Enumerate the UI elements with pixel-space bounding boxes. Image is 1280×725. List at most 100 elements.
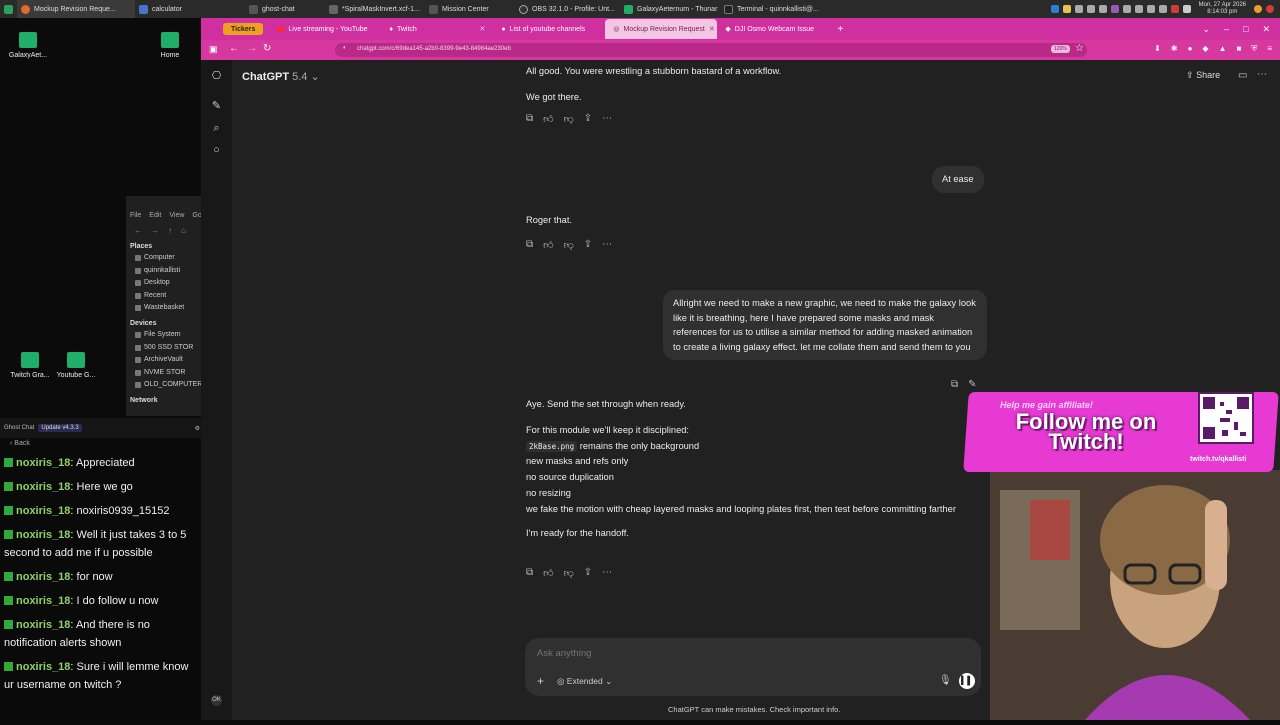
close-icon[interactable]: ✕ bbox=[1262, 24, 1270, 35]
menu-edit[interactable]: Edit bbox=[149, 212, 161, 219]
chevron-down-icon[interactable]: ⌄ bbox=[1202, 24, 1210, 35]
more-options-icon[interactable]: ⋯ bbox=[602, 567, 612, 579]
menu-view[interactable]: View bbox=[169, 212, 184, 219]
more-options-icon[interactable]: ⋯ bbox=[602, 239, 612, 251]
thumbs-up-icon[interactable]: 👍︎ bbox=[543, 113, 553, 125]
tray-icon[interactable] bbox=[1122, 5, 1131, 13]
forward-icon[interactable]: → bbox=[151, 226, 159, 235]
up-icon[interactable]: ↑ bbox=[168, 226, 172, 235]
reload-icon[interactable]: ↻ bbox=[263, 43, 271, 54]
tray-icon[interactable] bbox=[1050, 5, 1059, 13]
back-icon[interactable]: ← bbox=[134, 226, 142, 235]
tray-icon[interactable] bbox=[1158, 5, 1167, 13]
tray-icon[interactable] bbox=[1062, 5, 1071, 13]
place-item[interactable]: Computer bbox=[126, 252, 202, 265]
thumbs-down-icon[interactable]: 👎︎ bbox=[564, 239, 574, 251]
copy-icon[interactable]: ⧉ bbox=[526, 113, 533, 125]
place-item[interactable]: Desktop bbox=[126, 277, 202, 290]
update-icon[interactable] bbox=[1254, 5, 1262, 13]
share-button[interactable]: ⇪ Share bbox=[1186, 70, 1220, 81]
desktop-icon-galaxy[interactable]: GalaxyAet... bbox=[0, 32, 56, 59]
home-icon[interactable]: ⌂ bbox=[181, 226, 186, 235]
copy-icon[interactable]: ⧉ bbox=[526, 239, 533, 251]
address-bar[interactable]: ◐ chatgpt.com/c/69dea145-a2b0-8399-9e43-… bbox=[335, 43, 1087, 57]
taskbar-task[interactable]: Terminal - quinnkallisti@... bbox=[720, 0, 820, 18]
device-item[interactable]: NVME STOR bbox=[126, 367, 202, 380]
extension-icon[interactable]: ▲ bbox=[1219, 44, 1227, 54]
copy-icon[interactable]: ⧉ bbox=[951, 379, 958, 390]
back-icon[interactable]: ← bbox=[229, 43, 239, 54]
edit-icon[interactable]: ✎ bbox=[968, 379, 976, 390]
microphone-icon[interactable] bbox=[1170, 5, 1179, 13]
profile-icon[interactable]: OK bbox=[211, 695, 222, 706]
menu-icon[interactable]: ≡ bbox=[1267, 44, 1272, 54]
tab-dji-webcam[interactable]: ◆ DJI Osmo Webcam Issue bbox=[717, 20, 829, 38]
download-icon[interactable]: ⬇ bbox=[1154, 44, 1161, 54]
close-tab-icon[interactable]: ✕ bbox=[709, 25, 715, 33]
volume-icon[interactable] bbox=[1182, 5, 1191, 13]
tray-icon[interactable] bbox=[1086, 5, 1095, 13]
taskbar-task[interactable]: Mission Center bbox=[425, 0, 515, 18]
tab-mockup-revision[interactable]: ◎ Mockup Revision Request ✕ bbox=[605, 19, 718, 39]
power-icon[interactable] bbox=[1266, 5, 1274, 13]
desktop-icon-youtube[interactable]: Youtube G... bbox=[48, 352, 104, 379]
page-info-icon[interactable]: ◐ bbox=[343, 45, 347, 51]
more-options-icon[interactable]: ⋯ bbox=[602, 113, 612, 125]
tab-tickers[interactable]: Tickers bbox=[223, 23, 264, 35]
sidebar-toggle-icon[interactable]: ▭ bbox=[1238, 70, 1247, 81]
close-tab-icon[interactable]: ✕ bbox=[480, 25, 486, 33]
extension-icon[interactable]: ◆ bbox=[1202, 44, 1208, 54]
share-icon[interactable]: ⇪ bbox=[584, 567, 592, 579]
share-icon[interactable]: ⇪ bbox=[584, 239, 592, 251]
voice-mode-icon[interactable]: ▍▌ bbox=[959, 673, 975, 689]
place-item[interactable]: quinnkallisti bbox=[126, 265, 202, 278]
device-item[interactable]: 500 SSD STOR bbox=[126, 342, 202, 355]
new-tab-button[interactable]: + bbox=[829, 20, 851, 38]
taskbar-task[interactable]: Mockup Revision Reque... bbox=[17, 0, 135, 18]
tab-youtube-list[interactable]: ● List of youtube channels bbox=[493, 20, 605, 38]
tray-icon[interactable] bbox=[1074, 5, 1083, 13]
microphone-icon[interactable]: 🎙︎ bbox=[939, 675, 952, 686]
new-chat-icon[interactable]: ✎ bbox=[211, 101, 222, 112]
thumbs-up-icon[interactable]: 👍︎ bbox=[543, 239, 553, 251]
device-item[interactable]: OLD_COMPUTER bbox=[126, 379, 202, 392]
tray-icon[interactable] bbox=[1110, 5, 1119, 13]
taskbar-task[interactable]: calculator bbox=[135, 0, 245, 18]
sidebar-toggle-icon[interactable]: ▣ bbox=[209, 44, 218, 55]
shield-icon[interactable]: ⛨ bbox=[1251, 44, 1257, 54]
thumbs-down-icon[interactable]: 👎︎ bbox=[564, 567, 574, 579]
desktop-icon-home[interactable]: Home bbox=[142, 32, 198, 59]
extended-mode-button[interactable]: ◎ Extended ⌄ bbox=[557, 676, 612, 687]
settings-icon[interactable]: ⚙ bbox=[195, 425, 200, 432]
search-icon[interactable]: ⌕ bbox=[211, 123, 222, 134]
back-button[interactable]: ‹ Back bbox=[0, 438, 204, 452]
bookmark-star-icon[interactable]: ☆ bbox=[1075, 43, 1084, 54]
tab-youtube[interactable]: Live streaming - YouTube bbox=[269, 20, 381, 38]
clock[interactable]: Mon, 27 Apr 2026 8:14:03 pm bbox=[1199, 2, 1246, 16]
thumbs-down-icon[interactable]: 👎︎ bbox=[564, 113, 574, 125]
extension-icon[interactable]: ■ bbox=[1236, 44, 1241, 54]
share-icon[interactable]: ⇪ bbox=[584, 113, 592, 125]
tray-icon[interactable] bbox=[1134, 5, 1143, 13]
tray-icon[interactable] bbox=[1098, 5, 1107, 13]
chat-bubble-icon[interactable]: ○ bbox=[211, 145, 222, 156]
taskbar-task[interactable]: GalaxyAeternum - Thunar bbox=[620, 0, 720, 18]
place-item[interactable]: Recent bbox=[126, 290, 202, 303]
copy-icon[interactable]: ⧉ bbox=[526, 567, 533, 579]
update-badge[interactable]: Update v4.3.3 bbox=[38, 424, 82, 432]
device-item[interactable]: ArchiveVault bbox=[126, 354, 202, 367]
thumbs-up-icon[interactable]: 👍︎ bbox=[543, 567, 553, 579]
maximize-icon[interactable]: □ bbox=[1243, 24, 1248, 35]
taskbar-task[interactable]: *SpiralMaskInvert.xcf-1... bbox=[325, 0, 425, 18]
minimize-icon[interactable]: – bbox=[1224, 24, 1229, 35]
device-item[interactable]: File System bbox=[126, 329, 202, 342]
account-icon[interactable]: ● bbox=[1188, 44, 1193, 54]
model-selector[interactable]: ChatGPT 5.4 ⌄ bbox=[242, 70, 320, 83]
chatgpt-logo-icon[interactable]: ⎔ bbox=[211, 71, 222, 82]
zoom-level-badge[interactable]: 120% bbox=[1051, 45, 1070, 53]
start-menu-button[interactable] bbox=[0, 0, 17, 18]
tab-twitch[interactable]: ♦ Twitch ✕ bbox=[381, 20, 493, 38]
menu-file[interactable]: File bbox=[130, 212, 141, 219]
add-attachment-icon[interactable]: + bbox=[537, 674, 544, 688]
place-item[interactable]: Wastebasket bbox=[126, 302, 202, 315]
